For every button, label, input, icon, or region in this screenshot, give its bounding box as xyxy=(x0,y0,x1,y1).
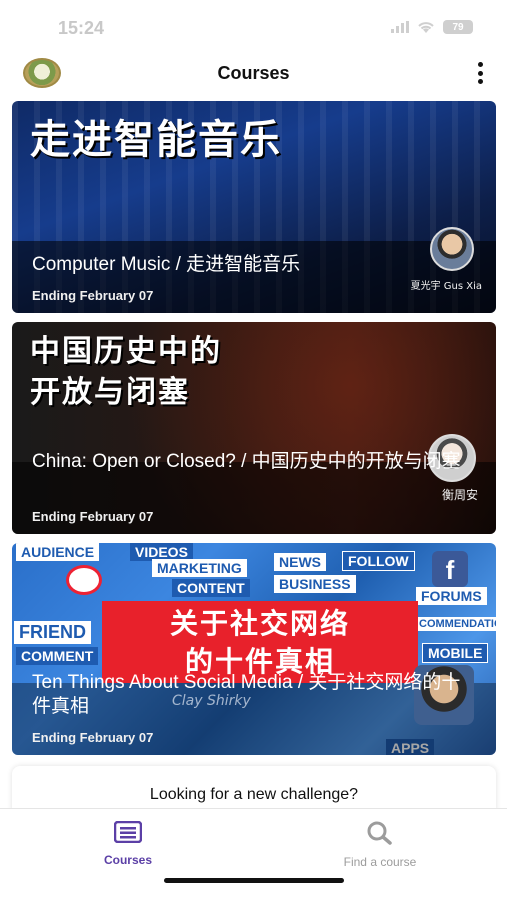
signal-icon xyxy=(391,21,409,33)
background-word: FOLLOW xyxy=(342,551,415,571)
course-hero-text: 走进智能音乐 xyxy=(30,116,282,163)
background-word: MOBILE xyxy=(422,643,489,663)
background-word: BUSINESS xyxy=(274,575,356,593)
course-card-china-open-closed[interactable]: 中国历史中的 开放与闭塞 衡周安 China: Open or Closed? … xyxy=(12,322,496,534)
status-icons: 79 xyxy=(391,20,473,34)
tab-label: Courses xyxy=(103,853,153,867)
tab-courses[interactable]: Courses xyxy=(58,820,198,867)
course-title: China: Open or Closed? / 中国历史中的开放与闭塞 xyxy=(32,451,461,472)
instructor-name: 夏光宇 Gus Xia xyxy=(410,281,482,292)
status-time: 15:24 xyxy=(58,18,105,38)
instructor-name: 衡周安 xyxy=(441,488,478,502)
background-word: MARKETING xyxy=(152,559,247,577)
facebook-icon: f xyxy=(432,551,468,587)
tab-find-course[interactable]: Find a course xyxy=(310,821,450,869)
battery-icon: 79 xyxy=(443,20,473,34)
course-list: 走进智能音乐 夏光宇 Gus Xia Computer Music / 走进智能… xyxy=(12,101,496,764)
tab-label: Find a course xyxy=(343,855,417,869)
course-hero-text: 中国历史中的 开放与闭塞 xyxy=(30,334,222,410)
course-title: Ten Things About Social Media / 关于社交网络的十… xyxy=(32,672,461,717)
status-bar: 15:24 79 xyxy=(0,0,507,54)
course-card-computer-music[interactable]: 走进智能音乐 夏光宇 Gus Xia Computer Music / 走进智能… xyxy=(12,101,496,313)
app-header: Courses xyxy=(0,54,507,98)
more-menu-icon[interactable] xyxy=(475,62,485,84)
courses-icon xyxy=(113,820,143,844)
weibo-icon xyxy=(66,565,102,595)
course-card-social-media[interactable]: AUDIENCE VIDEOS NEWS FOLLOW MARKETING CO… xyxy=(12,543,496,755)
background-word: AUDIENCE xyxy=(16,543,100,561)
course-ending-date: Ending February 07 xyxy=(32,730,154,745)
home-indicator xyxy=(164,878,344,883)
search-icon xyxy=(367,821,392,845)
challenge-text: Looking for a new challenge? xyxy=(149,786,359,803)
bottom-tab-bar: Courses Find a course xyxy=(0,808,507,900)
page-title: Courses xyxy=(217,63,290,83)
background-word: CONTENT xyxy=(172,579,250,597)
course-ending-date: Ending February 07 xyxy=(32,288,154,303)
background-word: FORUMS xyxy=(416,587,487,605)
wifi-icon xyxy=(418,21,434,33)
background-word: FRIEND xyxy=(14,621,91,644)
background-word: COMMENT xyxy=(16,647,99,665)
background-word: NEWS xyxy=(274,553,326,571)
background-word: COMMENDATION xyxy=(414,617,496,631)
course-title: Computer Music / 走进智能音乐 xyxy=(32,254,301,275)
course-ending-date: Ending February 07 xyxy=(32,509,154,524)
